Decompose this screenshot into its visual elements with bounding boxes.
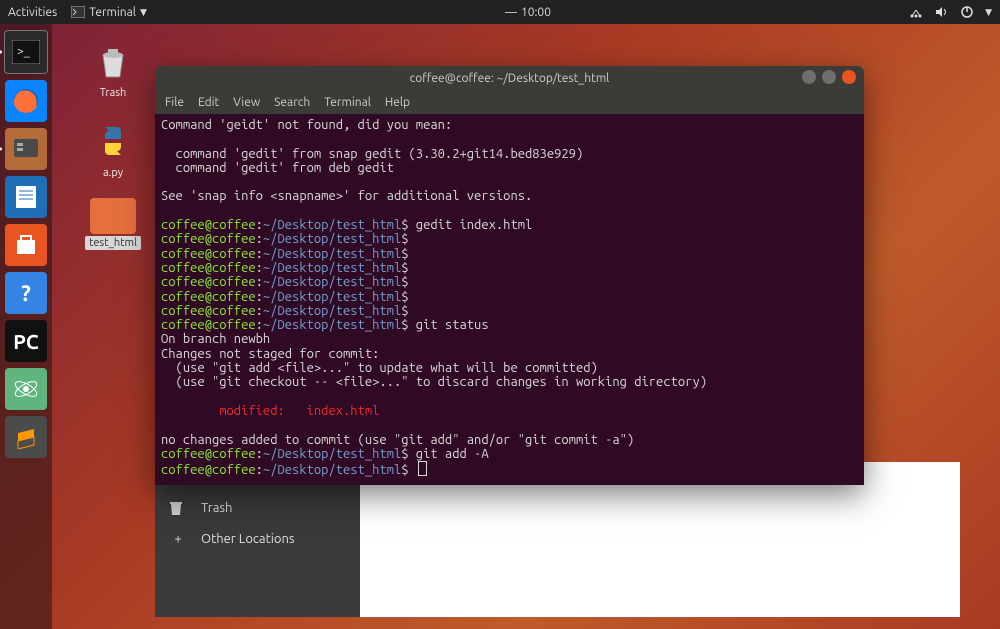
terminal-menubar: File Edit View Search Terminal Help <box>155 90 864 114</box>
power-icon[interactable] <box>961 6 973 18</box>
dock: >_ ? PC <box>0 24 52 629</box>
cursor <box>418 461 427 476</box>
term-line: no changes added to commit (use "git add… <box>161 433 858 447</box>
activities-button[interactable]: Activities <box>8 6 57 19</box>
dock-terminal[interactable]: >_ <box>4 30 48 74</box>
term-line <box>161 390 858 404</box>
desktop-folder-label: test_html <box>85 236 141 250</box>
term-line: command 'gedit' from deb gedit <box>161 161 858 175</box>
term-line: See 'snap info <snapname>' for additiona… <box>161 189 858 203</box>
term-line: coffee@coffee:~/Desktop/test_html$ <box>161 261 858 275</box>
terminal-icon <box>71 6 85 18</box>
dock-atom[interactable] <box>5 368 47 410</box>
clock-label: 10:00 <box>521 6 551 19</box>
term-line: coffee@coffee:~/Desktop/test_html$ <box>161 232 858 246</box>
sidebar-item-label: Trash <box>201 501 232 515</box>
dock-help[interactable]: ? <box>5 272 47 314</box>
volume-icon[interactable] <box>935 6 949 18</box>
term-line: Command 'geidt' not found, did you mean: <box>161 118 858 132</box>
term-line: coffee@coffee:~/Desktop/test_html$ <box>161 275 858 289</box>
close-button[interactable] <box>842 70 856 84</box>
term-line: coffee@coffee:~/Desktop/test_html$ git s… <box>161 318 858 332</box>
term-line: coffee@coffee:~/Desktop/test_html$ <box>161 304 858 318</box>
desktop-apy[interactable]: a.py <box>78 118 148 180</box>
plus-icon: + <box>169 532 187 546</box>
term-line: modified: index.html <box>161 404 858 418</box>
minimize-button[interactable] <box>802 70 816 84</box>
term-line: coffee@coffee:~/Desktop/test_html$ gedit… <box>161 218 858 232</box>
folder-icon <box>90 198 136 234</box>
sidebar-item-label: Other Locations <box>201 532 295 546</box>
term-line: (use "git checkout -- <file>..." to disc… <box>161 375 858 389</box>
term-line <box>161 175 858 189</box>
dock-software[interactable] <box>5 224 47 266</box>
clock[interactable]: — 10:00 <box>505 6 551 19</box>
term-line: (use "git add <file>..." to update what … <box>161 361 858 375</box>
menu-edit[interactable]: Edit <box>198 96 219 109</box>
term-line: coffee@coffee:~/Desktop/test_html$ <box>161 461 858 477</box>
sidebar-item-trash[interactable]: Trash <box>155 492 360 524</box>
term-line <box>161 132 858 146</box>
menu-file[interactable]: File <box>165 96 184 109</box>
maximize-button[interactable] <box>822 70 836 84</box>
terminal-title-text: coffee@coffee: ~/Desktop/test_html <box>410 72 610 85</box>
term-line: coffee@coffee:~/Desktop/test_html$ git a… <box>161 447 858 461</box>
term-line: Changes not staged for commit: <box>161 347 858 361</box>
svg-text:>_: >_ <box>17 45 30 58</box>
app-indicator[interactable]: Terminal ▼ <box>71 6 147 19</box>
top-panel: Activities Terminal ▼ — 10:00 ▼ <box>0 0 1000 24</box>
term-line: coffee@coffee:~/Desktop/test_html$ <box>161 247 858 261</box>
python-icon <box>90 118 136 164</box>
sidebar-item-other[interactable]: + Other Locations <box>155 524 360 554</box>
dock-files[interactable] <box>5 128 47 170</box>
desktop-trash-label: Trash <box>96 86 131 100</box>
desktop-folder[interactable]: test_html <box>78 198 148 250</box>
term-line: coffee@coffee:~/Desktop/test_html$ <box>161 290 858 304</box>
network-icon[interactable] <box>909 6 923 18</box>
dock-firefox[interactable] <box>5 80 47 122</box>
term-line: On branch newbh <box>161 332 858 346</box>
dock-pycharm[interactable]: PC <box>5 320 47 362</box>
menu-help[interactable]: Help <box>385 96 410 109</box>
terminal-titlebar[interactable]: coffee@coffee: ~/Desktop/test_html <box>155 66 864 90</box>
desktop-trash[interactable]: Trash <box>78 38 148 100</box>
dock-writer[interactable] <box>5 176 47 218</box>
term-line <box>161 418 858 432</box>
term-line <box>161 204 858 218</box>
term-line: command 'gedit' from snap gedit (3.30.2+… <box>161 147 858 161</box>
dock-sublime[interactable] <box>5 416 47 458</box>
terminal-body[interactable]: Command 'geidt' not found, did you mean:… <box>155 114 864 485</box>
app-indicator-label: Terminal <box>89 6 136 19</box>
menu-view[interactable]: View <box>233 96 260 109</box>
chevron-down-icon: ▼ <box>985 7 992 18</box>
menu-search[interactable]: Search <box>274 96 310 109</box>
terminal-window[interactable]: coffee@coffee: ~/Desktop/test_html File … <box>155 66 864 485</box>
trash-icon <box>90 38 136 84</box>
chevron-down-icon: ▼ <box>140 7 147 18</box>
activities-label: Activities <box>8 6 57 19</box>
trash-icon <box>169 500 187 516</box>
desktop-apy-label: a.py <box>99 166 127 180</box>
menu-terminal[interactable]: Terminal <box>324 96 371 109</box>
